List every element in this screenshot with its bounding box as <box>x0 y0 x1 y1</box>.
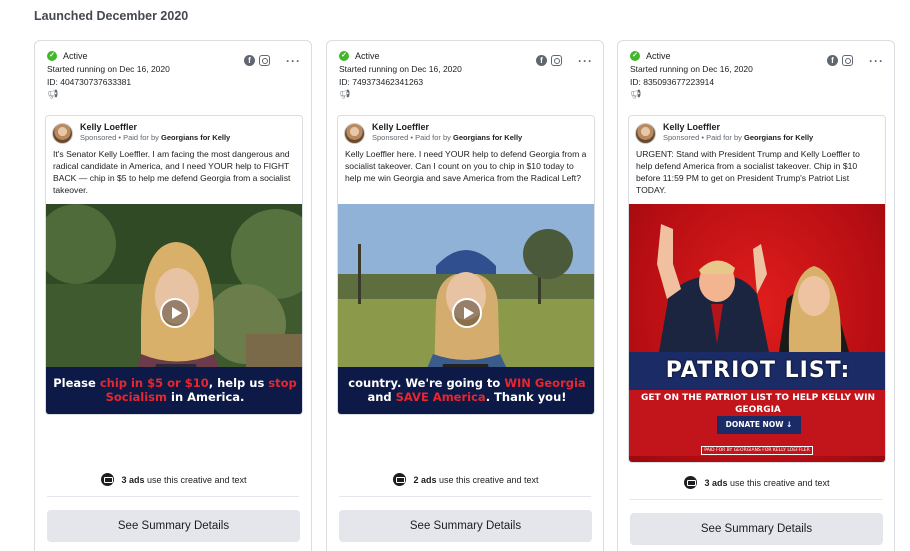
status-label: Active <box>646 51 671 61</box>
avatar[interactable] <box>344 123 365 144</box>
card-header: ✓ Active Started running on Dec 16, 2020… <box>618 41 894 113</box>
sponsored-line: Sponsored • Paid for by Georgians for Ke… <box>663 133 814 142</box>
avatar[interactable] <box>635 123 656 144</box>
paid-for-disclaimer: PAID FOR BY GEORGIANS FOR KELLY LOEFFLER <box>701 446 813 455</box>
card-header: ✓ Active Started running on Dec 16, 2020… <box>35 41 311 113</box>
active-check-icon: ✓ <box>630 51 640 61</box>
sponsored-line: Sponsored • Paid for by Georgians for Ke… <box>372 133 523 142</box>
advertiser-name[interactable]: Kelly Loeffler <box>372 122 522 132</box>
ad-card-2: ✓ Active Started running on Dec 16, 2020… <box>326 40 604 551</box>
stack-icon <box>393 473 407 486</box>
advertiser-name[interactable]: Kelly Loeffler <box>663 122 813 132</box>
status-label: Active <box>355 51 380 61</box>
facebook-icon: f <box>244 55 255 66</box>
ad-preview[interactable]: Kelly Loeffler Sponsored • Paid for by G… <box>45 115 303 415</box>
avatar[interactable] <box>52 123 73 144</box>
play-button-icon[interactable] <box>452 298 482 329</box>
patriot-list-title: PATRIOT LIST: <box>629 352 885 390</box>
video-caption: country. We're going to WIN Georgia and … <box>338 367 594 414</box>
ad-preview[interactable]: Kelly Loeffler Sponsored • Paid for by G… <box>337 115 595 415</box>
ad-video[interactable]: country. We're going to WIN Georgia and … <box>338 204 594 414</box>
ad-preview[interactable]: Kelly Loeffler Sponsored • Paid for by G… <box>628 115 886 463</box>
ad-id: ID: 749373462341263 <box>339 77 424 87</box>
see-summary-details-button[interactable]: See Summary Details <box>630 513 883 545</box>
see-summary-details-button[interactable]: See Summary Details <box>339 510 592 542</box>
ad-body-text: URGENT: Stand with President Trump and K… <box>636 149 860 195</box>
divider <box>630 499 882 500</box>
ads-count-line: 2 ads use this creative and text <box>327 473 605 486</box>
see-summary-details-button[interactable]: See Summary Details <box>47 510 300 542</box>
sponsored-line: Sponsored • Paid for by Georgians for Ke… <box>80 133 231 142</box>
active-check-icon: ✓ <box>339 51 349 61</box>
stack-icon <box>101 473 115 486</box>
ads-count-line: 3 ads use this creative and text <box>35 473 313 486</box>
advertiser-name[interactable]: Kelly Loeffler <box>80 122 230 132</box>
ad-id: ID: 835093677223914 <box>630 77 715 87</box>
photo-trump-loeffler <box>657 224 849 352</box>
more-options-icon[interactable]: ··· <box>869 55 884 67</box>
megaphone-icon: 📢︎ <box>339 89 351 99</box>
play-button-icon[interactable] <box>160 298 190 329</box>
instagram-icon <box>259 55 270 66</box>
video-caption: Please chip in $5 or $10, help us stop S… <box>46 367 302 414</box>
donate-now-button[interactable]: DONATE NOW ↓ <box>717 416 801 434</box>
ad-video[interactable]: Please chip in $5 or $10, help us stop S… <box>46 204 302 414</box>
section-title: Launched December 2020 <box>34 9 189 23</box>
divider <box>47 496 299 497</box>
facebook-icon: f <box>536 55 547 66</box>
megaphone-icon: 📢︎ <box>47 89 59 99</box>
status-label: Active <box>63 51 88 61</box>
ad-id: ID: 404730737633381 <box>47 77 132 87</box>
instagram-icon <box>842 55 853 66</box>
active-check-icon: ✓ <box>47 51 57 61</box>
ad-card-3: ✓ Active Started running on Dec 16, 2020… <box>617 40 895 551</box>
megaphone-icon: 📢︎ <box>630 89 642 99</box>
divider <box>339 496 591 497</box>
instagram-icon <box>551 55 562 66</box>
ad-body-text: Kelly Loeffler here. I need YOUR help to… <box>345 149 587 183</box>
ad-body-text: It's Senator Kelly Loeffler. I am facing… <box>53 149 291 195</box>
facebook-icon: f <box>827 55 838 66</box>
stack-icon <box>684 476 698 489</box>
card-header: ✓ Active Started running on Dec 16, 2020… <box>327 41 603 113</box>
ad-image[interactable]: PATRIOT LIST: GET ON THE PATRIOT LIST TO… <box>629 204 885 462</box>
ad-card-1: ✓ Active Started running on Dec 16, 2020… <box>34 40 312 551</box>
more-options-icon[interactable]: ··· <box>578 55 593 67</box>
more-options-icon[interactable]: ··· <box>286 55 301 67</box>
ads-count-line: 3 ads use this creative and text <box>618 476 896 489</box>
